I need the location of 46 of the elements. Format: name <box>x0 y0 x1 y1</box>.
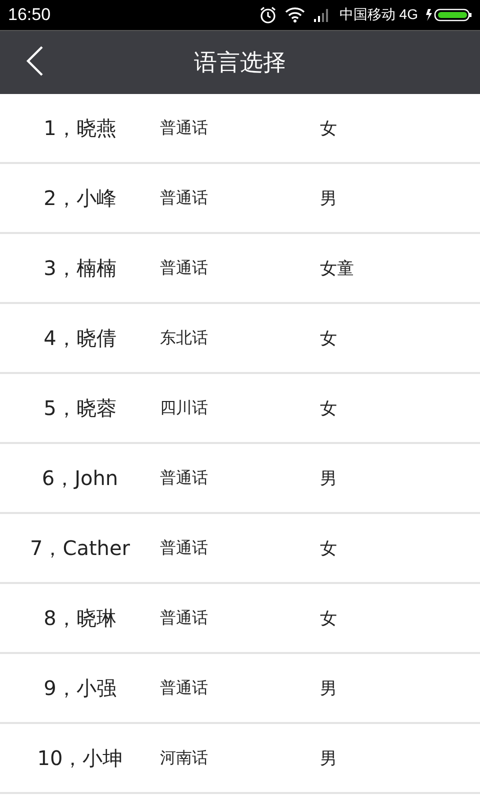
carrier-text: 中国移动 4G <box>339 6 418 24</box>
voice-gender: 男 <box>320 468 337 490</box>
voice-dialect: 普通话 <box>160 258 209 278</box>
voice-dialect: 河南话 <box>160 748 209 768</box>
battery-icon <box>426 8 472 22</box>
voice-row[interactable]: 2，小峰 普通话 男 <box>0 164 480 234</box>
voice-gender: 男 <box>320 188 337 210</box>
voice-dialect: 普通话 <box>160 118 209 138</box>
voice-gender: 男 <box>320 678 337 700</box>
voice-name: 6，John <box>40 464 120 492</box>
voice-gender: 女童 <box>320 258 354 280</box>
voice-name: 3，楠楠 <box>42 254 118 282</box>
voice-gender: 女 <box>320 608 337 630</box>
voice-row[interactable]: 8，晓琳 普通话 女 <box>0 584 480 654</box>
voice-name: 10，小坤 <box>36 744 124 772</box>
voice-dialect: 四川话 <box>160 398 209 418</box>
alarm-icon <box>259 6 278 24</box>
status-time: 16:50 <box>8 5 52 25</box>
voice-row[interactable]: 10，小坤 河南话 男 <box>0 724 480 794</box>
voice-row[interactable]: 5，晓蓉 四川话 女 <box>0 374 480 444</box>
voice-name: 1，晓燕 <box>42 114 118 142</box>
wifi-icon <box>285 7 306 23</box>
voice-row[interactable]: 6，John 普通话 男 <box>0 444 480 514</box>
voice-gender: 女 <box>320 118 337 140</box>
voice-row[interactable]: 7，Cather 普通话 女 <box>0 514 480 584</box>
voice-name: 9，小强 <box>42 674 118 702</box>
voice-dialect: 普通话 <box>160 188 209 208</box>
voice-name: 8，晓琳 <box>42 604 118 632</box>
voice-name: 2，小峰 <box>42 184 118 212</box>
screen-title: 语言选择 <box>194 49 286 78</box>
voice-gender: 女 <box>320 398 337 420</box>
voice-row[interactable]: 1，晓燕 普通话 女 <box>0 94 480 164</box>
voice-row[interactable]: 9，小强 普通话 男 <box>0 654 480 724</box>
voice-gender: 女 <box>320 328 337 350</box>
voice-row[interactable]: 4，晓倩 东北话 女 <box>0 304 480 374</box>
voice-dialect: 普通话 <box>160 608 209 628</box>
voice-dialect: 东北话 <box>160 328 209 348</box>
voice-gender: 男 <box>320 748 337 770</box>
voice-name: 7，Cather <box>29 534 131 562</box>
voice-row[interactable]: 3，楠楠 普通话 女童 <box>0 234 480 304</box>
voice-gender: 女 <box>320 538 337 560</box>
voice-dialect: 普通话 <box>160 468 209 488</box>
voice-name: 5，晓蓉 <box>42 394 118 422</box>
voice-dialect: 普通话 <box>160 678 209 698</box>
voice-dialect: 普通话 <box>160 538 209 558</box>
voice-name: 4，晓倩 <box>42 324 118 352</box>
